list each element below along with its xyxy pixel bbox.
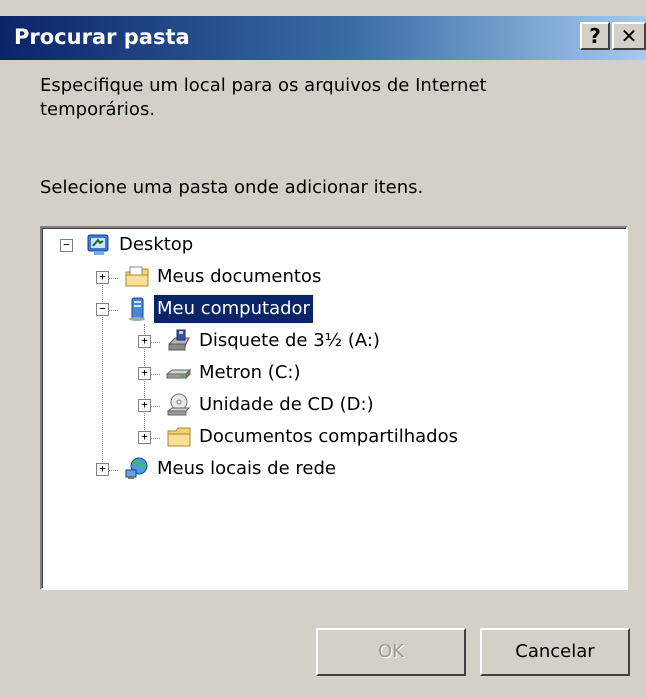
- title-bar[interactable]: Procurar pasta ? ✕: [0, 16, 646, 60]
- tree-item-my-computer[interactable]: − Meu computador: [42, 294, 362, 326]
- network-places-icon: [124, 456, 150, 482]
- ok-button[interactable]: OK: [316, 628, 466, 676]
- hard-drive-icon: [165, 360, 192, 386]
- my-computer-icon: [124, 296, 150, 322]
- tree-item-label: Documentos compartilhados: [199, 426, 458, 447]
- tree-item-label: Desktop: [119, 234, 194, 255]
- tree-item-hard-drive[interactable]: + Metron (C:): [42, 358, 362, 390]
- expander-icon[interactable]: +: [138, 399, 151, 412]
- tree-item-network-places[interactable]: + Meus locais de rede: [42, 454, 402, 486]
- tree-item-my-documents[interactable]: + Meus documentos: [42, 262, 362, 294]
- tree-item-cd-drive[interactable]: + Unidade de CD (D:): [42, 390, 402, 422]
- tree-item-label: Meu computador: [153, 294, 314, 324]
- tree-item-desktop[interactable]: − Desktop: [42, 230, 342, 262]
- tree-item-floppy-drive[interactable]: + Disquete de 3½ (A:): [42, 326, 422, 358]
- expander-icon[interactable]: +: [138, 335, 151, 348]
- expander-icon[interactable]: +: [138, 367, 151, 380]
- dialog-title: Procurar pasta: [14, 25, 190, 49]
- expander-icon[interactable]: +: [96, 271, 109, 284]
- help-button[interactable]: ?: [580, 22, 610, 50]
- tree-item-label: Meus documentos: [157, 266, 322, 287]
- folder-tree[interactable]: − Desktop + Meus documentos − Meu comput…: [40, 226, 628, 590]
- tree-item-label: Meus locais de rede: [157, 458, 336, 479]
- close-button[interactable]: ✕: [612, 22, 646, 50]
- cd-drive-icon: [166, 392, 192, 418]
- desktop-icon: [86, 232, 112, 258]
- expander-icon[interactable]: +: [96, 463, 109, 476]
- tree-item-label: Disquete de 3½ (A:): [199, 330, 380, 351]
- tree-item-shared-documents[interactable]: + Documentos compartilhados: [42, 422, 502, 454]
- dialog-instruction: Selecione uma pasta onde adicionar itens…: [40, 177, 424, 198]
- expander-icon[interactable]: +: [138, 431, 151, 444]
- expander-icon[interactable]: −: [60, 239, 73, 252]
- shared-folder-icon: [166, 424, 192, 450]
- my-documents-icon: [124, 264, 150, 290]
- cancel-button[interactable]: Cancelar: [480, 628, 630, 676]
- tree-item-label: Unidade de CD (D:): [199, 394, 374, 415]
- expander-icon[interactable]: −: [96, 303, 109, 316]
- floppy-drive-icon: [166, 328, 192, 354]
- tree-item-label: Metron (C:): [199, 362, 301, 383]
- dialog-description: Especifique um local para os arquivos de…: [40, 75, 487, 120]
